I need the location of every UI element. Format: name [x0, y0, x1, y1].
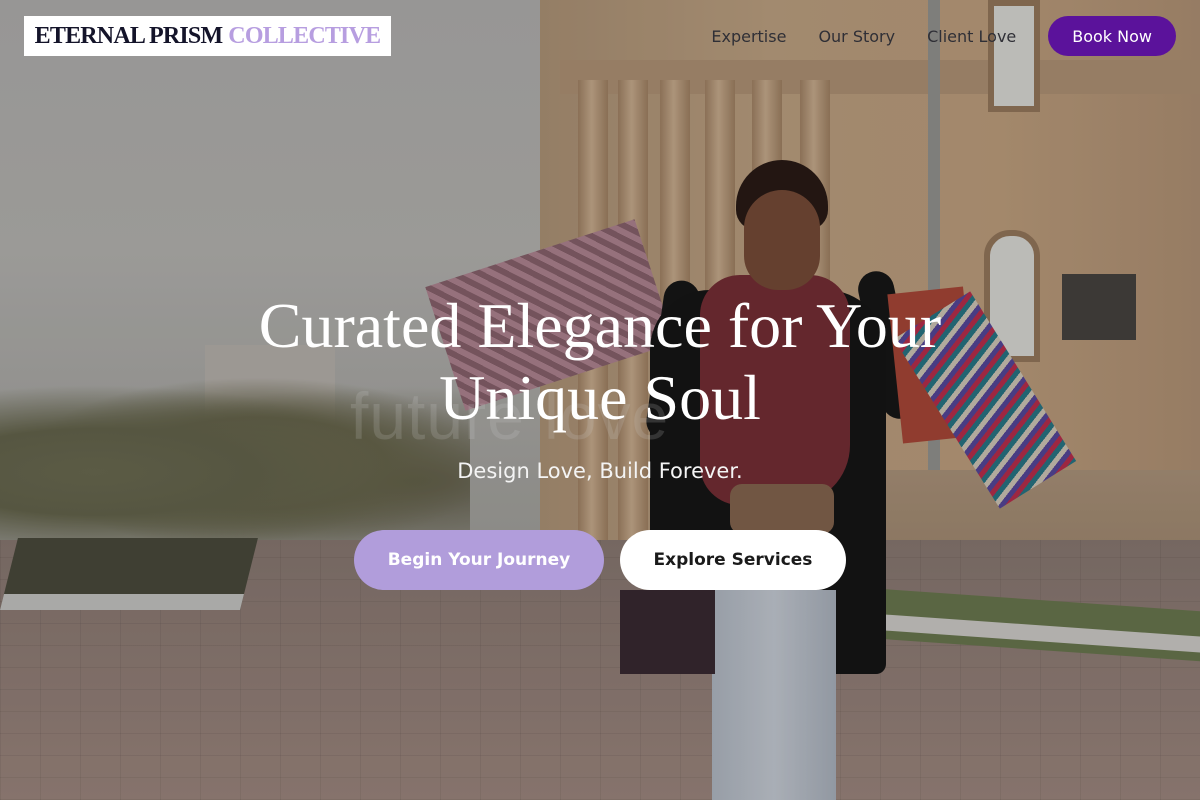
hero-headline-line1: Curated Elegance for Your: [258, 290, 942, 361]
hero-tagline: Design Love, Build Forever.: [457, 459, 743, 483]
nav-link-expertise[interactable]: Expertise: [711, 27, 786, 46]
nav-link-our-story[interactable]: Our Story: [818, 27, 895, 46]
nav-link-client-love[interactable]: Client Love: [927, 27, 1016, 46]
brand-logo[interactable]: ETERNAL PRISM COLLECTIVE: [24, 16, 391, 56]
brand-name-accent: COLLECTIVE: [228, 22, 381, 49]
brand-name-primary: ETERNAL PRISM: [34, 22, 223, 49]
begin-journey-button[interactable]: Begin Your Journey: [354, 530, 604, 590]
main-nav: Expertise Our Story Client Love Book Now: [711, 16, 1176, 56]
hero-headline: Curated Elegance for Your Unique Soul: [150, 290, 1050, 434]
hero-headline-line2: Unique Soul: [439, 362, 761, 433]
book-now-button[interactable]: Book Now: [1048, 16, 1176, 56]
hero-cta-row: Begin Your Journey Explore Services: [0, 530, 1200, 590]
explore-services-button[interactable]: Explore Services: [620, 530, 846, 590]
